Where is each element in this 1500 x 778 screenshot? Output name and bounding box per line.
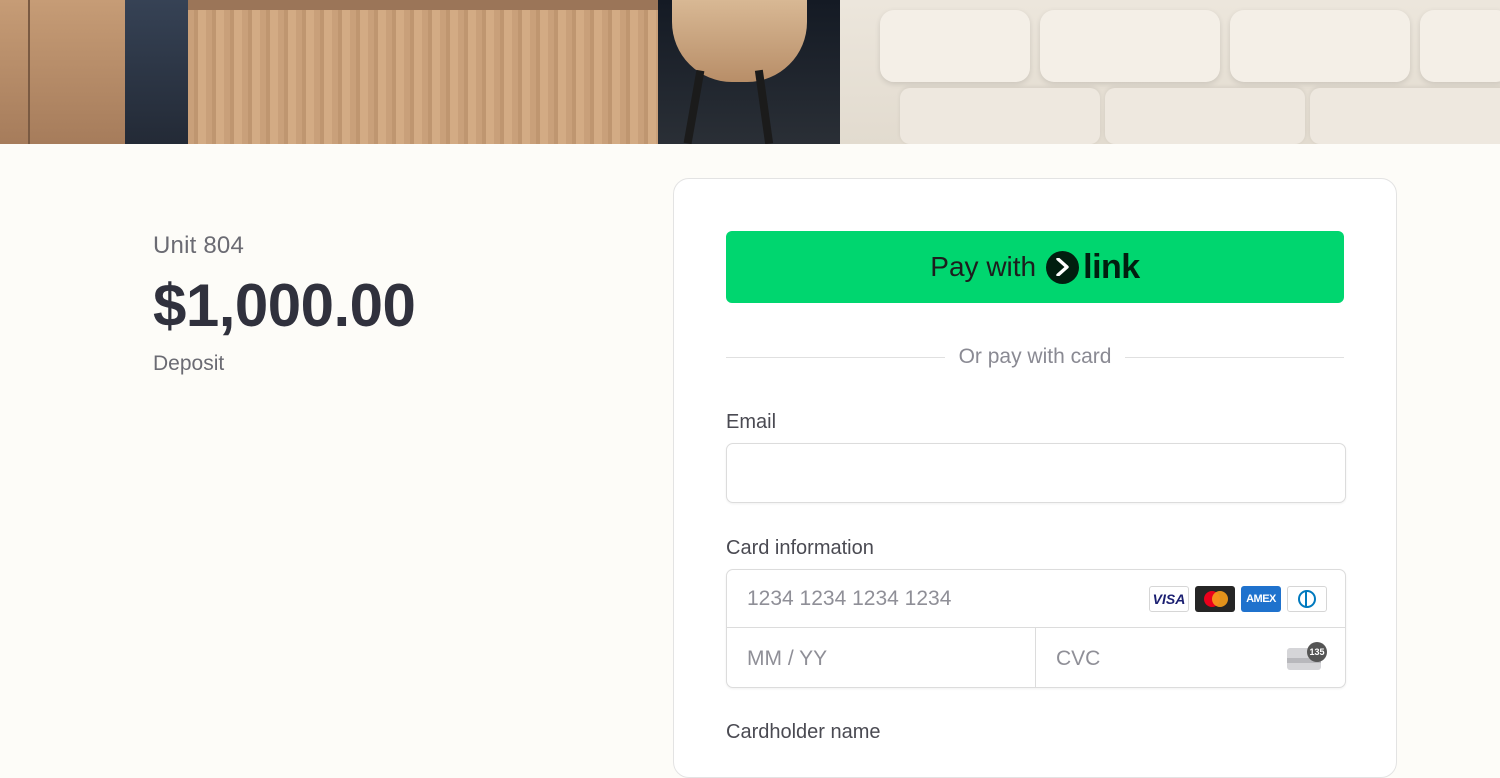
email-label: Email (726, 411, 777, 433)
diners-icon (1287, 586, 1327, 612)
pay-with-link-button[interactable]: Pay with link (726, 231, 1344, 303)
hero-image (0, 0, 1500, 144)
mastercard-icon (1195, 586, 1235, 612)
divider-text: Or pay with card (958, 345, 1112, 368)
link-wordmark: link (1083, 247, 1140, 286)
expiry-input[interactable]: MM / YY (727, 628, 1036, 687)
card-information-label: Card information (726, 537, 874, 559)
amount-description: Deposit (153, 352, 225, 375)
unit-name: Unit 804 (153, 232, 244, 259)
order-summary: Unit 804 $1,000.00 Deposit (153, 232, 416, 376)
card-number-placeholder: 1234 1234 1234 1234 (747, 586, 952, 610)
pay-with-label: Pay with (930, 251, 1037, 282)
link-arrow-icon (1046, 250, 1080, 284)
card-number-input[interactable]: 1234 1234 1234 1234 VISA AMEX (727, 570, 1345, 628)
email-field[interactable] (726, 443, 1346, 503)
cvc-placeholder: CVC (1056, 646, 1101, 670)
total-amount: $1,000.00 (153, 272, 416, 339)
expiry-placeholder: MM / YY (747, 646, 828, 670)
or-divider: Or pay with card (726, 345, 1345, 369)
cvc-card-icon: 135 (1287, 642, 1327, 670)
link-logo: link (1046, 248, 1140, 287)
cardholder-name-label: Cardholder name (726, 721, 881, 743)
visa-icon: VISA (1149, 586, 1189, 612)
card-brands: VISA AMEX (1149, 586, 1327, 612)
amex-icon: AMEX (1241, 586, 1281, 612)
payment-card: Pay with link Or pay with card Email Car… (673, 178, 1397, 778)
cvc-input[interactable]: CVC 135 (1036, 628, 1345, 687)
card-information-field: 1234 1234 1234 1234 VISA AMEX MM / YY CV… (726, 569, 1346, 688)
cvc-badge: 135 (1307, 642, 1327, 662)
